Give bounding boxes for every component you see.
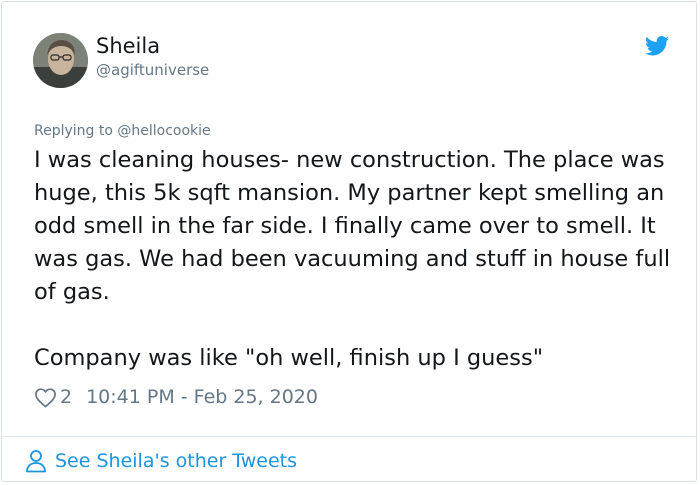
author-name[interactable]: Sheila (96, 34, 160, 58)
tweet-paragraph: Company was like "oh well, finish up I g… (34, 345, 544, 371)
author-handle[interactable]: @agiftuniverse (96, 61, 209, 79)
tweet-timestamp[interactable]: 10:41 PM - Feb 25, 2020 (86, 386, 318, 408)
see-other-tweets-link[interactable]: See Sheila's other Tweets (25, 449, 297, 473)
tweet-paragraph: I was cleaning houses- new construction.… (34, 147, 671, 305)
reply-mention-link[interactable]: @hellocookie (117, 123, 210, 139)
person-outline-icon (26, 450, 46, 473)
tweet-text: I was cleaning houses- new construction.… (34, 144, 684, 375)
twitter-bird-icon[interactable] (645, 35, 669, 57)
heart-outline-icon[interactable] (34, 387, 57, 408)
divider (2, 436, 696, 437)
replying-to-line: Replying to @hellocookie (34, 123, 211, 139)
avatar[interactable] (33, 33, 88, 88)
replying-to-label: Replying to (34, 123, 118, 139)
tweet-card: Sheila @agiftuniverse Replying to @hello… (1, 1, 697, 482)
tweet-meta: 2 10:41 PM - Feb 25, 2020 (34, 386, 318, 408)
see-other-tweets-label[interactable]: See Sheila's other Tweets (55, 450, 297, 472)
avatar-photo (33, 33, 88, 88)
like-count: 2 (60, 386, 73, 408)
